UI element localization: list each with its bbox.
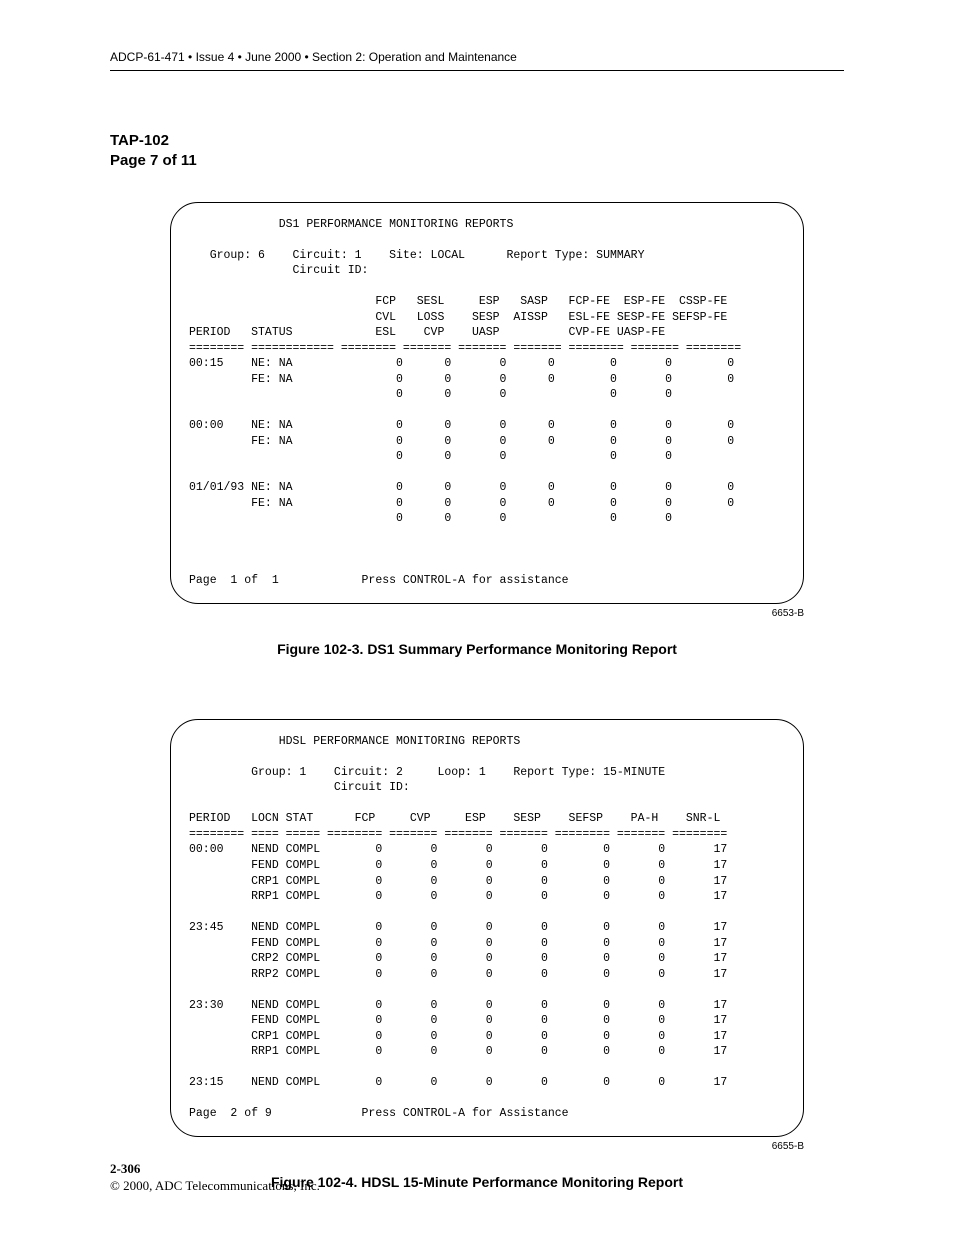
ds1-figure-code: 6653-B	[110, 608, 804, 619]
ds1-figure-caption: Figure 102-3. DS1 Summary Performance Mo…	[110, 641, 844, 657]
hdsl-report-frame: HDSL PERFORMANCE MONITORING REPORTS Grou…	[170, 719, 804, 1137]
tap-title: TAP-102	[110, 131, 844, 151]
hdsl-report-text: HDSL PERFORMANCE MONITORING REPORTS Grou…	[189, 734, 785, 1122]
page-number: 2-306	[110, 1161, 320, 1178]
tap-page: Page 7 of 11	[110, 151, 844, 171]
document-header: ADCP-61-471 • Issue 4 • June 2000 • Sect…	[110, 50, 844, 71]
ds1-report-text: DS1 PERFORMANCE MONITORING REPORTS Group…	[189, 217, 785, 589]
tap-block: TAP-102 Page 7 of 11	[110, 131, 844, 172]
ds1-report-frame: DS1 PERFORMANCE MONITORING REPORTS Group…	[170, 202, 804, 604]
hdsl-figure-code: 6655-B	[110, 1141, 804, 1152]
page-footer: 2-306 © 2000, ADC Telecommunications, In…	[110, 1161, 320, 1195]
copyright: © 2000, ADC Telecommunications, Inc.	[110, 1178, 320, 1195]
